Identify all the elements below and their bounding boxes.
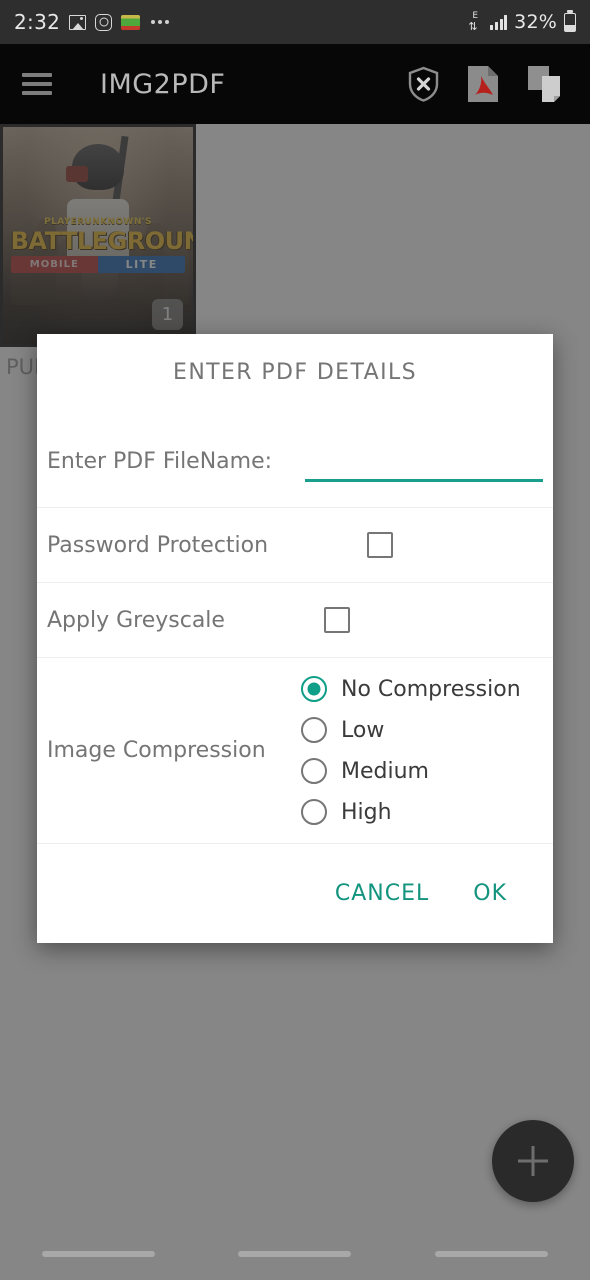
signal-icon: [490, 14, 508, 30]
status-bar-right: E ⇅ 32%: [468, 11, 576, 33]
cancel-button[interactable]: CANCEL: [331, 873, 433, 914]
pdf-file-icon[interactable]: [466, 64, 500, 104]
image-compression-label: Image Compression: [47, 738, 266, 763]
edge-data-icon: E ⇅: [468, 12, 483, 33]
status-bar: 2:32 E ⇅ 32%: [0, 0, 590, 44]
color-app-icon: [121, 14, 141, 30]
more-icon: [151, 20, 170, 24]
password-protection-row[interactable]: Password Protection: [37, 507, 553, 582]
filename-row: Enter PDF FileName:: [37, 415, 553, 507]
instagram-icon: [95, 13, 113, 31]
radio-label: High: [341, 799, 392, 825]
filename-input-wrapper: [305, 440, 543, 482]
gallery-icon: [69, 14, 87, 30]
battery-percent-label: 32%: [514, 11, 557, 33]
radio-label: Low: [341, 717, 385, 743]
apply-greyscale-label: Apply Greyscale: [47, 607, 225, 633]
apply-greyscale-row[interactable]: Apply Greyscale: [37, 582, 553, 657]
status-bar-left: 2:32: [14, 10, 170, 34]
radio-circle-icon: [301, 758, 327, 784]
image-compression-radio-group: No Compression Low Medium High: [301, 676, 521, 825]
home-pill[interactable]: [238, 1251, 352, 1257]
image-compression-row: Image Compression No Compression Low Med…: [37, 657, 553, 843]
radio-circle-icon: [301, 717, 327, 743]
recents-pill[interactable]: [41, 1251, 155, 1257]
dialog-actions: CANCEL OK: [37, 843, 553, 943]
filename-label: Enter PDF FileName:: [47, 448, 273, 474]
status-time: 2:32: [14, 10, 61, 34]
phone-screen: 2:32 E ⇅ 32% IMG2PDF ENTER PDF DETAILS E…: [0, 0, 590, 1280]
back-pill[interactable]: [435, 1251, 549, 1257]
radio-medium[interactable]: Medium: [301, 758, 521, 784]
radio-circle-icon: [301, 676, 327, 702]
hamburger-menu-icon[interactable]: [22, 73, 52, 95]
app-bar: IMG2PDF: [0, 44, 590, 124]
navigation-bar: [0, 1228, 590, 1280]
app-bar-actions: [407, 64, 568, 104]
battery-icon: [564, 12, 576, 32]
radio-high[interactable]: High: [301, 799, 521, 825]
radio-low[interactable]: Low: [301, 717, 521, 743]
stacked-documents-icon[interactable]: [526, 64, 568, 104]
radio-label: No Compression: [341, 676, 521, 702]
shield-x-icon[interactable]: [407, 66, 440, 102]
dialog-title: ENTER PDF DETAILS: [173, 360, 417, 385]
data-arrows: ⇅: [468, 20, 477, 33]
password-protection-checkbox[interactable]: [367, 532, 394, 558]
radio-no-compression[interactable]: No Compression: [301, 676, 521, 702]
apply-greyscale-checkbox[interactable]: [323, 607, 350, 633]
ok-button[interactable]: OK: [469, 873, 511, 914]
page-title: IMG2PDF: [100, 68, 226, 100]
password-protection-label: Password Protection: [47, 532, 269, 558]
filename-input[interactable]: [305, 449, 543, 482]
pdf-details-dialog: ENTER PDF DETAILS Enter PDF FileName: Pa…: [37, 334, 553, 943]
radio-circle-icon: [301, 799, 327, 825]
radio-label: Medium: [341, 758, 429, 784]
